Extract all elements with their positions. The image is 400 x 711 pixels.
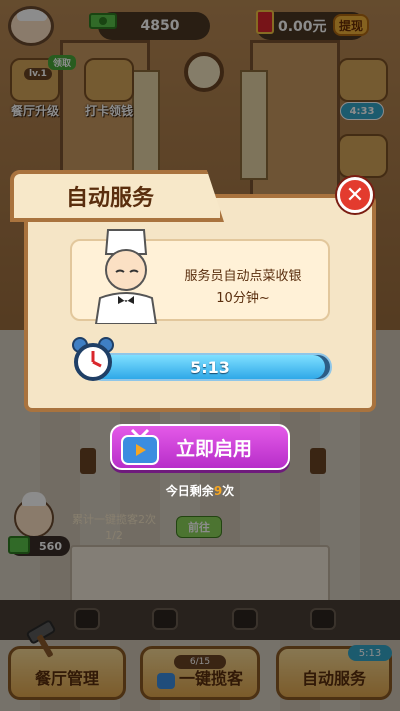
tv-video-icon — [121, 428, 159, 465]
remaining-uses-text: 今日剩余9次 — [0, 482, 400, 499]
remaining-suffix: 次 — [222, 484, 235, 498]
service-description: 服务员自动点菜收银 10分钟~ — [168, 266, 318, 310]
remaining-count: 9 — [213, 484, 223, 498]
service-description-line2: 10分钟~ — [216, 291, 270, 306]
close-icon: ✕ — [345, 182, 365, 208]
waiter-icon — [94, 229, 158, 324]
dialog-title: 自动服务 — [10, 170, 224, 222]
progress-timer-text: 5:13 — [190, 357, 230, 377]
alarm-clock-icon — [72, 337, 114, 381]
enable-now-label: 立即启用 — [176, 437, 253, 460]
service-description-line1: 服务员自动点菜收银 — [184, 269, 302, 284]
close-button[interactable]: ✕ — [337, 177, 373, 213]
remaining-prefix: 今日剩余 — [165, 484, 214, 498]
dialog-title-text: 自动服务 — [66, 186, 155, 211]
